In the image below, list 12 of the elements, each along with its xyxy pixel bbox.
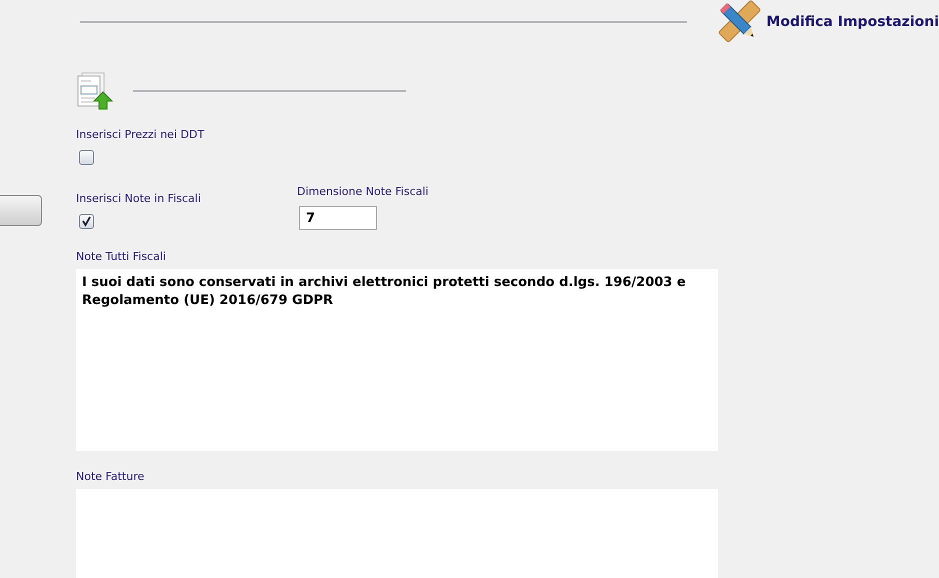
prices-in-ddt-label: Inserisci Prezzi nei DDT [76, 128, 206, 141]
invoice-notes-label: Note Fatture [76, 470, 146, 483]
notes-size-field[interactable]: 7 [299, 206, 377, 230]
prices-in-ddt-checkbox[interactable] [79, 150, 94, 165]
document-upload-icon [76, 72, 114, 110]
notes-in-fiscal-checkbox[interactable] [79, 214, 94, 229]
notes-size-label: Dimensione Note Fiscali [297, 185, 430, 198]
notes-in-fiscal-label: Inserisci Note in Fiscali [76, 192, 202, 205]
side-button[interactable] [0, 195, 42, 226]
all-fiscal-notes-label: Note Tutti Fiscali [76, 250, 167, 263]
page-title: Modifica Impostazioni [766, 14, 939, 30]
all-fiscal-notes-field[interactable]: I suoi dati sono conservati in archivi elettronici protetti secondo d.lgs. 196/2003 e Regolamento (UE) 2016/679 GDPR [76, 269, 718, 451]
